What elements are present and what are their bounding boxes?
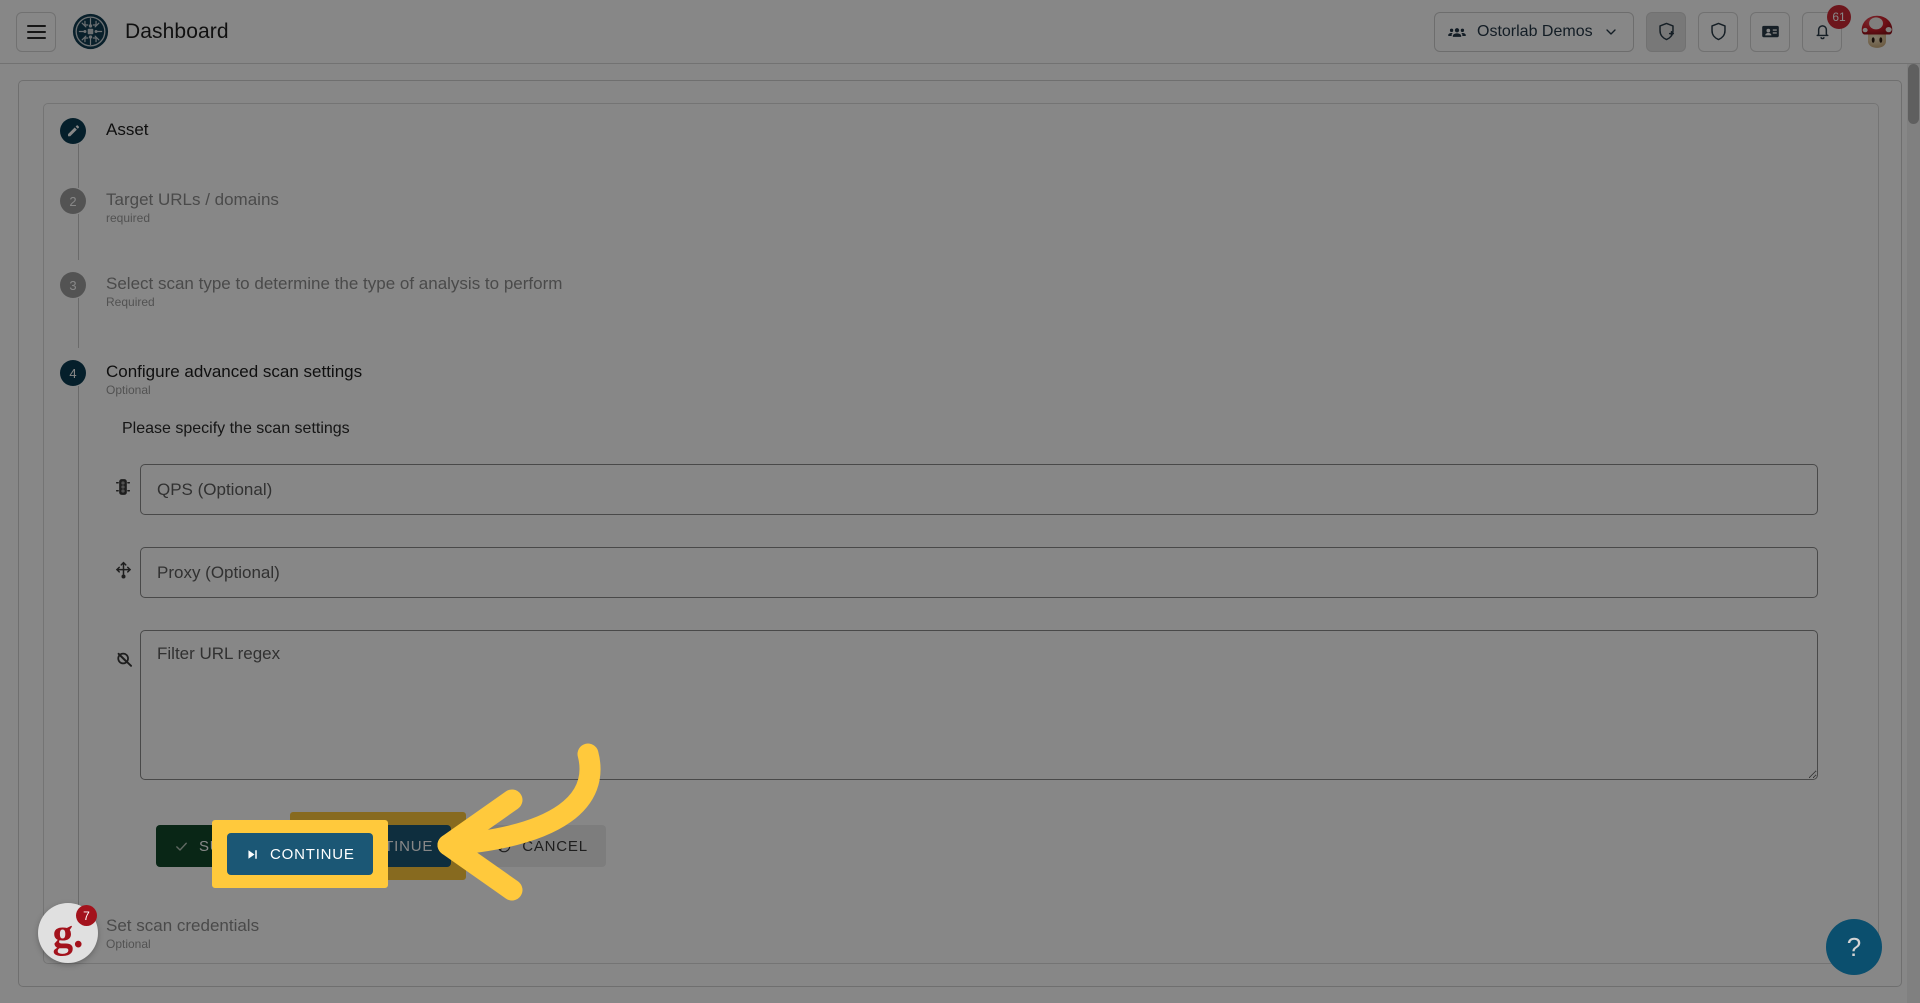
ticket-id-icon <box>1761 25 1779 38</box>
cancel-button-label: CANCEL <box>522 837 588 855</box>
step-marker-2: 2 <box>60 188 86 214</box>
feedback-widget-button[interactable]: g. 7 <box>38 903 98 963</box>
people-group-icon <box>1448 27 1466 37</box>
continue-highlight-frame: CONTINUE <box>212 820 388 888</box>
filter-off-icon <box>106 630 140 669</box>
notifications-button[interactable]: 61 <box>1802 4 1851 52</box>
form-action-buttons: SUBMIT CONTINUE <box>156 812 1878 880</box>
step-label: Target URLs / domains <box>106 190 279 209</box>
step-marker-1 <box>60 118 86 144</box>
step-rail <box>78 214 79 260</box>
filter-url-regex-textarea[interactable] <box>140 630 1818 780</box>
skip-next-icon <box>248 849 257 859</box>
qps-input[interactable] <box>140 464 1818 515</box>
step-sublabel: Optional <box>106 383 151 397</box>
filter-url-regex-field-row <box>106 630 1818 780</box>
cancel-button[interactable]: CANCEL <box>478 825 606 867</box>
traffic-light-icon <box>106 464 140 497</box>
step-label: Set scan credentials <box>106 916 260 935</box>
step-text-3: Select scan type to determine the type o… <box>106 272 562 310</box>
step-label: Asset <box>106 120 149 139</box>
step-marker-4: 4 <box>60 360 86 386</box>
wizard-step-advanced-settings[interactable]: 4 Configure advanced scan settings Optio… <box>60 360 1878 946</box>
step-label: Select scan type to determine the type o… <box>106 274 563 293</box>
check-icon <box>176 842 187 851</box>
step-marker-3: 3 <box>60 272 86 298</box>
wizard-step-asset[interactable]: Asset <box>60 118 1878 188</box>
proxy-field-row <box>106 547 1818 598</box>
step-sublabel: required <box>106 211 151 225</box>
block-icon <box>497 839 511 853</box>
qps-field-row <box>106 464 1818 515</box>
step-rail <box>78 144 79 188</box>
wizard-step-scan-credentials[interactable]: 5 Set scan credentials Optional <box>60 914 1878 952</box>
pencil-icon <box>68 125 80 137</box>
organization-selector[interactable]: Ostorlab Demos <box>1434 11 1634 52</box>
shield-plus-icon <box>1658 22 1674 41</box>
continue-button-label: CONTINUE <box>270 845 355 863</box>
notification-count-badge: 61 <box>1827 4 1851 29</box>
step-sublabel: Optional <box>106 937 151 951</box>
chevron-down-icon <box>1605 28 1616 35</box>
question-mark-icon: ? <box>1846 931 1862 962</box>
page-title: Dashboard <box>125 19 229 43</box>
form-hint: Please specify the scan settings <box>122 420 350 437</box>
page-scrollbar-thumb[interactable] <box>1908 64 1919 124</box>
page-scrollbar[interactable] <box>1907 64 1920 1003</box>
hamburger-bar <box>26 36 46 39</box>
hamburger-bar <box>26 30 46 33</box>
step-text-2: Target URLs / domains required <box>106 188 279 226</box>
step-text-1: Asset <box>106 118 149 140</box>
hamburger-bar <box>26 24 46 27</box>
feedback-unread-count: 7 <box>76 905 97 926</box>
step-text-5: Set scan credentials Optional <box>106 914 259 952</box>
add-scan-button[interactable] <box>1646 11 1686 52</box>
proxy-input[interactable] <box>140 547 1818 598</box>
application-root: Dashboard Ostorlab Demos 61 Asset 2 Targ… <box>0 0 1920 1003</box>
continue-button-highlighted[interactable]: CONTINUE <box>227 833 373 875</box>
top-header-bar: Dashboard Ostorlab Demos 61 <box>0 0 1920 64</box>
user-avatar[interactable] <box>1856 11 1898 53</box>
hamburger-menu-icon[interactable] <box>16 11 56 52</box>
step-sublabel: Required <box>106 295 155 309</box>
security-button[interactable] <box>1698 11 1738 52</box>
step-label: Configure advanced scan settings <box>106 362 363 381</box>
organization-name: Ostorlab Demos <box>1477 22 1593 40</box>
wizard-step-scan-type[interactable]: 3 Select scan type to determine the type… <box>60 272 1878 348</box>
tickets-button[interactable] <box>1750 11 1790 52</box>
continue-button-highlight-overlay: CONTINUE <box>212 820 388 888</box>
step-text-4: Configure advanced scan settings Optiona… <box>106 360 362 398</box>
ostorlab-circuit-logo[interactable] <box>72 13 109 50</box>
step-rail <box>78 298 79 348</box>
step-rail <box>78 386 79 946</box>
network-nodes-icon <box>106 547 140 581</box>
wizard-step-target-urls[interactable]: 2 Target URLs / domains required <box>60 188 1878 260</box>
shield-icon <box>1710 22 1726 41</box>
help-button[interactable]: ? <box>1826 919 1882 975</box>
advanced-settings-form: Please specify the scan settings QPS (Op… <box>106 398 1878 880</box>
